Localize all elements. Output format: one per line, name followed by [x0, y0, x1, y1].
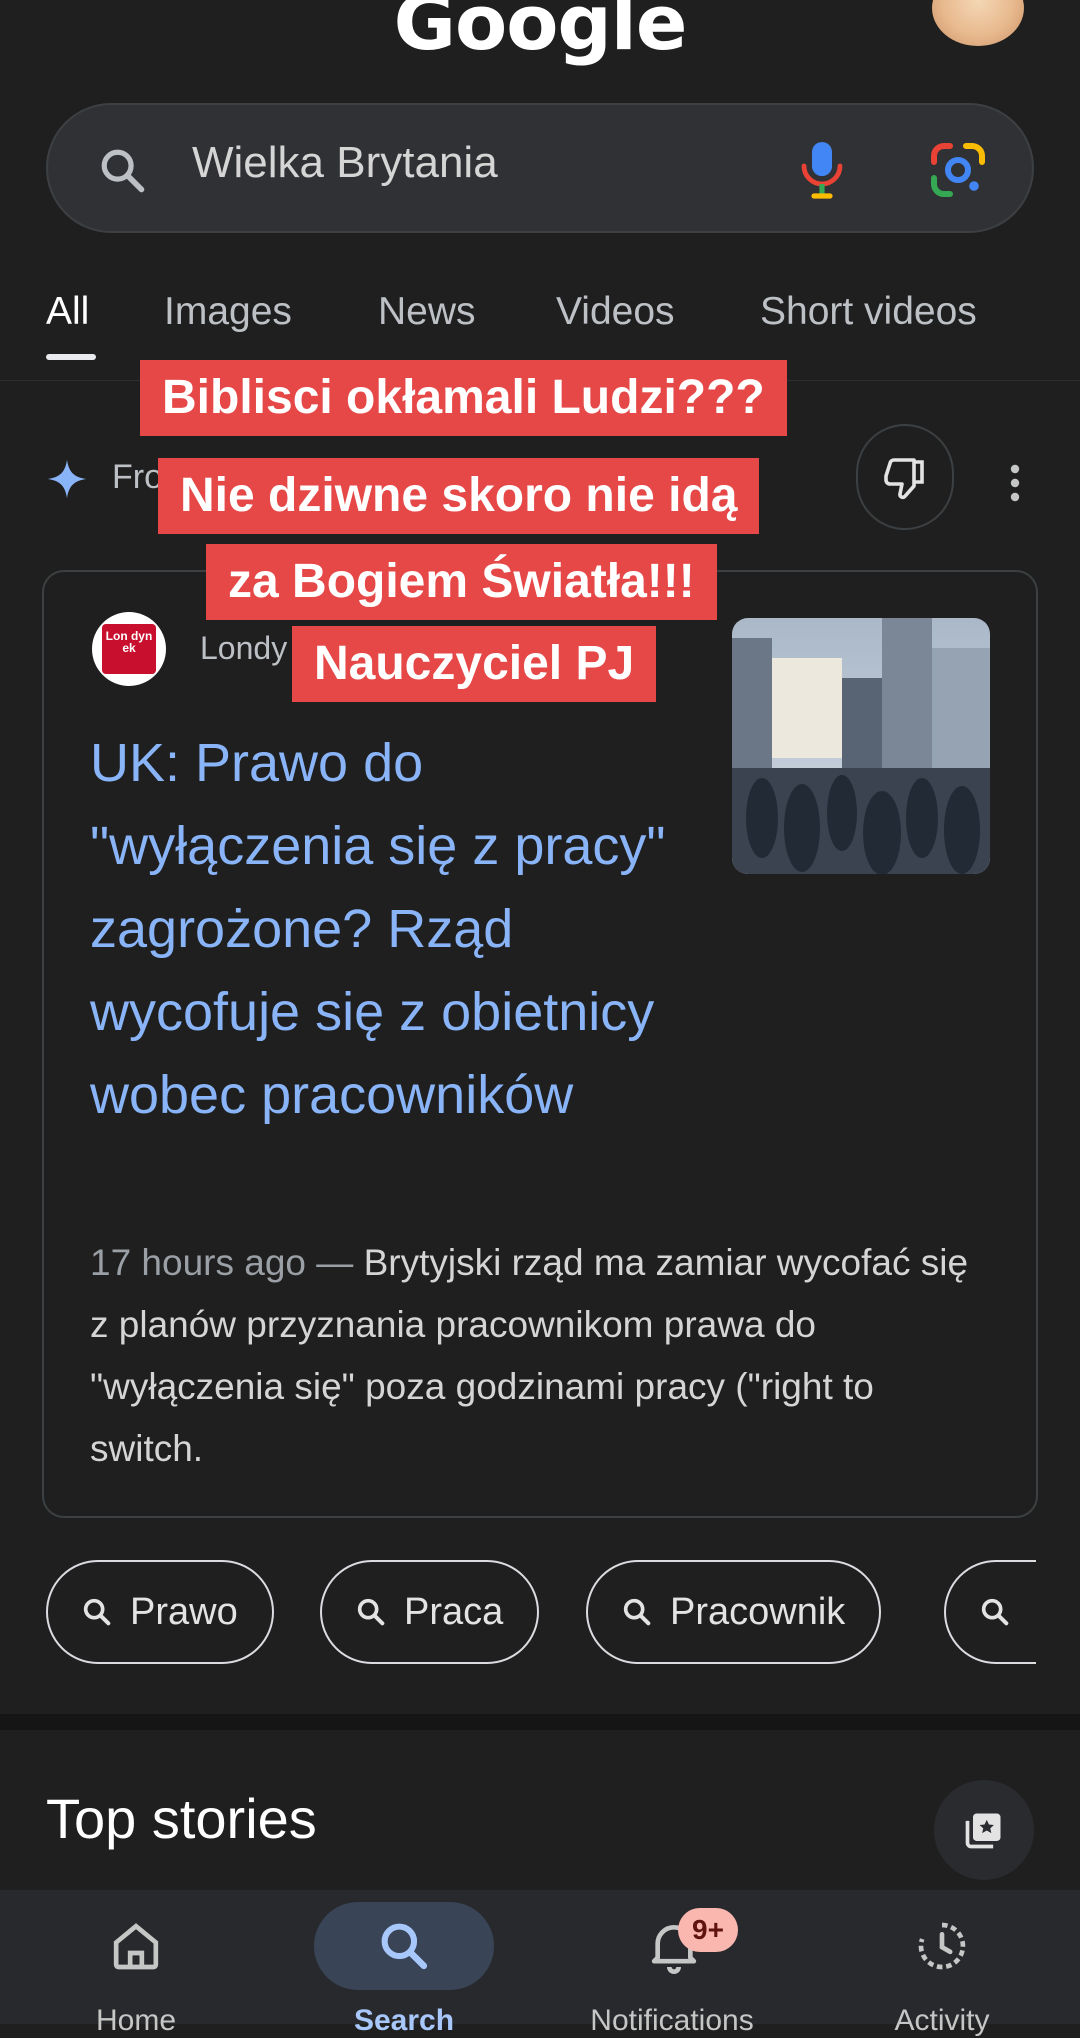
- tab-images[interactable]: Images: [164, 290, 292, 334]
- search-icon[interactable]: [376, 1918, 432, 1974]
- chip-pracownik[interactable]: Pracownik: [586, 1560, 882, 1664]
- microphone-icon[interactable]: [798, 138, 846, 202]
- notifications-badge: 9+: [678, 1908, 738, 1952]
- search-icon: [96, 144, 148, 196]
- chip-label: Praca: [404, 1590, 504, 1633]
- nav-notifications-label[interactable]: Notifications: [562, 2004, 782, 2038]
- related-searches-chips: Prawo Praca Pracownik: [0, 1540, 1036, 1690]
- bookmark-stack-icon: [965, 1813, 1001, 1849]
- search-icon: [623, 1598, 651, 1626]
- overlay-caption-line-4: Nauczyciel PJ: [292, 626, 657, 702]
- result-headline-link[interactable]: UK: Prawo do "wyłączenia się z pracy" za…: [90, 722, 690, 1137]
- search-input[interactable]: Wielka Brytania: [192, 138, 498, 188]
- thumbs-down-icon: [884, 458, 924, 500]
- chip-label: Pracownik: [670, 1590, 846, 1633]
- result-snippet: 17 hours ago — Brytyjski rząd ma zamiar …: [90, 1232, 990, 1480]
- active-tab-indicator: [46, 354, 96, 360]
- overlay-caption-line-3: za Bogiem Światła!!!: [206, 544, 717, 620]
- sparkle-icon: [46, 458, 88, 500]
- tab-all[interactable]: All: [46, 290, 89, 334]
- search-icon: [981, 1598, 1009, 1626]
- site-logo: Lon dyn ek: [92, 612, 166, 686]
- site-name: Londy: [200, 630, 288, 666]
- google-lens-icon[interactable]: [928, 140, 988, 200]
- google-logo[interactable]: Google: [0, 0, 1080, 67]
- chip-praca[interactable]: Praca: [320, 1560, 540, 1664]
- nav-home-label[interactable]: Home: [26, 2004, 246, 2038]
- activity-history-icon[interactable]: [914, 1918, 970, 1974]
- top-stories-heading: Top stories: [46, 1787, 317, 1850]
- more-options-icon[interactable]: [1000, 462, 1030, 504]
- snippet-separator: —: [306, 1242, 364, 1283]
- result-time: 17 hours ago: [90, 1242, 307, 1283]
- nav-search-label[interactable]: Search: [294, 2004, 514, 2038]
- tab-videos[interactable]: Videos: [556, 290, 675, 334]
- chip-prawo[interactable]: Prawo: [46, 1560, 274, 1664]
- thumbs-down-button[interactable]: [856, 424, 954, 530]
- chip-label: Prawo: [130, 1590, 238, 1633]
- section-divider: [0, 1714, 1080, 1730]
- chip-partial[interactable]: [944, 1560, 1036, 1664]
- ai-overview-label: Fro: [112, 458, 163, 496]
- search-icon: [83, 1598, 111, 1626]
- overlay-caption-line-2: Nie dziwne skoro nie idą: [158, 458, 760, 534]
- article-thumbnail[interactable]: [732, 618, 990, 874]
- home-icon[interactable]: [108, 1918, 164, 1974]
- nav-activity-label[interactable]: Activity: [832, 2004, 1052, 2038]
- tab-short-videos[interactable]: Short videos: [760, 290, 977, 334]
- overlay-caption-line-1: Biblisci okłamali Ludzi???: [140, 360, 787, 436]
- tab-news[interactable]: News: [378, 290, 476, 334]
- saved-stories-button[interactable]: [934, 1780, 1034, 1880]
- search-icon: [357, 1598, 385, 1626]
